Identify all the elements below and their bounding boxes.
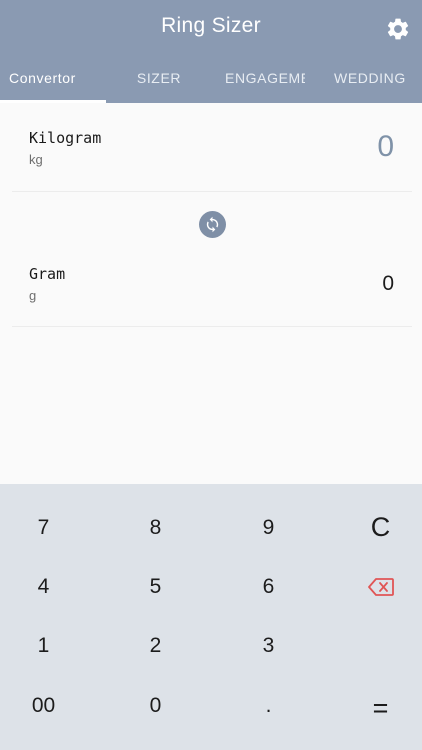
- key-8[interactable]: 8: [103, 498, 208, 557]
- from-unit-row[interactable]: Kilogram kg 0: [12, 103, 412, 192]
- to-unit-value: 0: [382, 272, 394, 295]
- tab-convertor[interactable]: Convertor: [0, 62, 106, 100]
- to-unit-name: Gram: [29, 265, 66, 283]
- page-title: Ring Sizer: [161, 14, 261, 37]
- equals-button[interactable]: =: [328, 679, 422, 738]
- tab-label: WEDDING: [334, 70, 406, 86]
- tab-label: Convertor: [9, 70, 76, 86]
- key-9[interactable]: 9: [216, 498, 321, 557]
- to-unit-row[interactable]: Gram g 0: [12, 240, 412, 327]
- from-unit-name: Kilogram: [29, 129, 102, 147]
- key-decimal[interactable]: .: [216, 676, 321, 735]
- key-double-zero[interactable]: 00: [0, 676, 96, 735]
- gear-icon[interactable]: [385, 16, 411, 42]
- tab-sizer[interactable]: SIZER: [106, 62, 212, 100]
- backspace-button[interactable]: [328, 557, 422, 616]
- tab-engagement[interactable]: ENGAGEMENT: [212, 62, 318, 100]
- keypad: 7 8 9 C 4 5 6 1 2 3 00 0 . =: [0, 484, 422, 750]
- tab-wedding[interactable]: WEDDING: [318, 62, 422, 100]
- from-unit-abbr: kg: [29, 152, 43, 167]
- clear-button[interactable]: C: [328, 498, 422, 557]
- tab-bar: Convertor SIZER ENGAGEMENT WEDDING: [0, 62, 422, 103]
- from-unit-value[interactable]: 0: [377, 130, 394, 164]
- tab-label: SIZER: [136, 70, 182, 86]
- key-7[interactable]: 7: [0, 498, 96, 557]
- key-2[interactable]: 2: [103, 616, 208, 675]
- key-4[interactable]: 4: [0, 557, 96, 616]
- to-unit-abbr: g: [29, 288, 37, 303]
- tab-label: ENGAGEMENT: [225, 70, 305, 86]
- key-3[interactable]: 3: [216, 616, 321, 675]
- backspace-icon: [367, 578, 394, 597]
- key-0[interactable]: 0: [103, 676, 208, 735]
- key-5[interactable]: 5: [103, 557, 208, 616]
- app-header: Ring Sizer Convertor SIZER ENGAGEMENT WE…: [0, 0, 422, 103]
- key-6[interactable]: 6: [216, 557, 321, 616]
- key-1[interactable]: 1: [0, 616, 96, 675]
- sync-icon[interactable]: [199, 211, 226, 238]
